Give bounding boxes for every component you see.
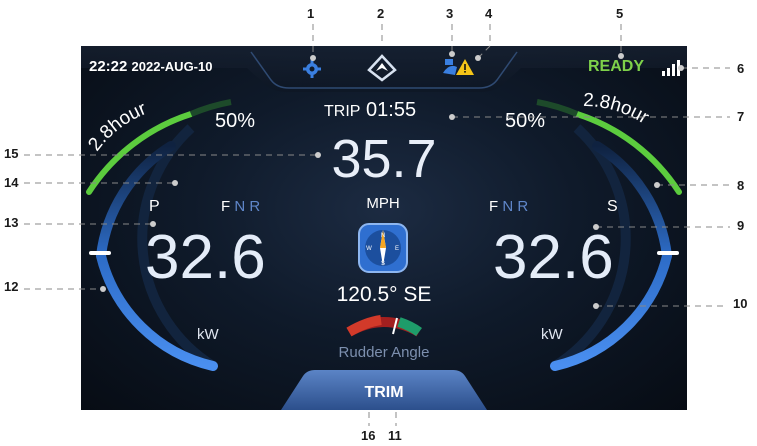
right-gear-active: F bbox=[489, 198, 499, 215]
clock: 22:22 2022-AUG-10 bbox=[89, 58, 212, 75]
trim-label: TRIM bbox=[364, 384, 404, 401]
rudder-angle-label: Rudder Angle bbox=[338, 344, 430, 361]
date: 2022-AUG-10 bbox=[131, 59, 213, 74]
heading-value: 120.5° SE bbox=[336, 283, 432, 306]
svg-text:2.8hour: 2.8hour bbox=[87, 98, 150, 155]
callout-12: 12 bbox=[4, 279, 19, 294]
dashboard-screen: 22:22 2022-AUG-10 READY .8hour 50% 2.8ho… bbox=[81, 46, 687, 410]
compass-w: W bbox=[366, 246, 372, 252]
callout-3: 3 bbox=[446, 6, 454, 21]
callout-9: 9 bbox=[737, 218, 745, 233]
port-label: P bbox=[149, 198, 160, 215]
callout-6: 6 bbox=[737, 61, 745, 76]
speed-unit: MPH bbox=[366, 195, 400, 212]
callout-4: 4 bbox=[485, 6, 493, 21]
right-gear-inactive: N R bbox=[502, 198, 529, 215]
status-bar: 22:22 2022-AUG-10 READY bbox=[81, 46, 687, 92]
time: 22:22 bbox=[89, 58, 128, 75]
callout-5: 5 bbox=[616, 6, 624, 21]
callout-10: 10 bbox=[733, 296, 748, 311]
compass-n: N bbox=[381, 233, 385, 239]
left-gear-selector[interactable]: F N R bbox=[221, 198, 260, 215]
trim-button[interactable]: TRIM bbox=[281, 370, 487, 410]
starboard-label: S bbox=[607, 198, 618, 215]
left-gear-inactive: N R bbox=[234, 198, 261, 215]
callout-8: 8 bbox=[737, 178, 745, 193]
engine-warning-icon[interactable] bbox=[441, 55, 475, 79]
trip-label: TRIP bbox=[324, 103, 361, 120]
signal-bars-icon bbox=[662, 60, 680, 76]
callout-16: 16 bbox=[361, 428, 376, 443]
trip-value: 01:55 bbox=[366, 99, 417, 121]
right-time-remaining: 2.8hour bbox=[583, 92, 653, 129]
callout-2: 2 bbox=[377, 6, 385, 21]
compass-icon: N E S W bbox=[358, 223, 408, 273]
callout-11: 11 bbox=[388, 428, 402, 443]
callout-13: 13 bbox=[4, 215, 19, 230]
trip-timer: TRIP 01:55 bbox=[324, 99, 416, 122]
right-power-value: 32.6 bbox=[493, 223, 614, 292]
speed-value: 35.7 bbox=[331, 129, 437, 189]
left-power-value: 32.6 bbox=[145, 223, 266, 292]
right-battery-percent: 50% bbox=[505, 110, 546, 132]
callout-15: 15 bbox=[4, 146, 19, 161]
navigation-arrow-icon[interactable] bbox=[367, 54, 397, 82]
settings-gear-icon[interactable] bbox=[302, 59, 322, 79]
callout-14: 14 bbox=[4, 175, 19, 190]
callout-1: 1 bbox=[307, 6, 315, 21]
left-battery-percent: 50% bbox=[215, 110, 256, 132]
right-power-unit: kW bbox=[541, 326, 563, 343]
ready-status: READY bbox=[588, 58, 645, 75]
right-gear-selector[interactable]: F N R bbox=[489, 198, 528, 215]
compass-e: E bbox=[395, 246, 399, 252]
svg-text:2.8hour: 2.8hour bbox=[583, 92, 653, 129]
callout-7: 7 bbox=[737, 109, 745, 124]
left-gear-active: F bbox=[221, 198, 231, 215]
left-time-remaining: 2.8hour bbox=[87, 98, 150, 155]
compass-s: S bbox=[381, 261, 385, 267]
left-power-unit: kW bbox=[197, 326, 219, 343]
